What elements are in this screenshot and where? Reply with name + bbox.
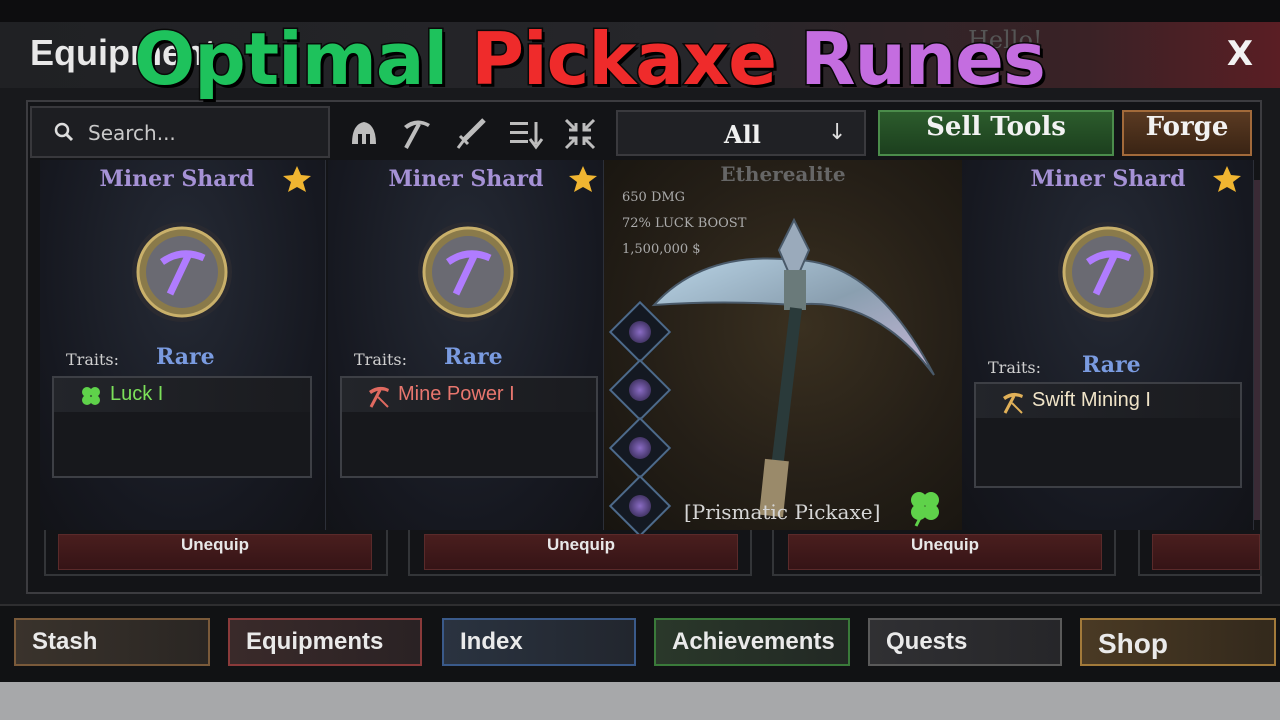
search-icon bbox=[54, 122, 74, 142]
forge-button[interactable]: Forge bbox=[1122, 110, 1252, 156]
trait-list: Swift Mining I bbox=[974, 382, 1242, 488]
item-rarity-name: Etherealite bbox=[720, 162, 846, 186]
star-icon[interactable] bbox=[1212, 164, 1242, 194]
card-name: Miner Shard bbox=[388, 166, 544, 192]
card-name: Miner Shard bbox=[1030, 166, 1186, 192]
overlay-word-1: Optimal bbox=[132, 16, 449, 103]
rune-icon bbox=[418, 222, 518, 322]
nav-label: Equipments bbox=[246, 628, 384, 655]
unequip-button-partial[interactable] bbox=[1152, 534, 1260, 570]
nav-equipments-button[interactable]: Equipments bbox=[228, 618, 422, 666]
dropdown-value: All bbox=[724, 120, 761, 149]
unequip-label: Unequip bbox=[547, 535, 615, 554]
pickaxe-illustration bbox=[651, 217, 935, 518]
trait-list: Luck I bbox=[52, 376, 312, 478]
rune-card[interactable]: Miner Shard Traits: Rare Mine Power I bbox=[328, 160, 604, 530]
traits-label: Traits: bbox=[988, 358, 1042, 377]
sell-tools-label: Sell Tools bbox=[926, 112, 1066, 142]
nav-shop-button[interactable]: Shop bbox=[1080, 618, 1276, 666]
unequip-button[interactable]: Unequip bbox=[58, 534, 372, 570]
overlay-title: Optimal Pickaxe Runes bbox=[132, 14, 1048, 104]
sell-tools-button[interactable]: Sell Tools bbox=[878, 110, 1114, 156]
rune-card[interactable]: Miner Shard Traits: Rare Luck I bbox=[40, 160, 326, 530]
trait-row: Luck I bbox=[54, 378, 310, 412]
rarity-label: Rare bbox=[444, 344, 503, 370]
rune-gem-icon bbox=[629, 379, 651, 401]
collapse-icon[interactable] bbox=[560, 114, 600, 154]
rune-icon bbox=[132, 222, 232, 322]
rune-gem-icon bbox=[629, 437, 651, 459]
star-icon[interactable] bbox=[282, 164, 312, 194]
nav-label: Achievements bbox=[672, 628, 835, 655]
rune-icon bbox=[1058, 222, 1158, 322]
category-dropdown[interactable]: All ↓ bbox=[616, 110, 866, 156]
sort-icon[interactable] bbox=[506, 114, 546, 154]
unequip-label: Unequip bbox=[911, 535, 979, 554]
nav-quests-button[interactable]: Quests bbox=[868, 618, 1062, 666]
traits-label: Traits: bbox=[354, 350, 408, 369]
sword-icon[interactable] bbox=[452, 114, 492, 154]
nav-label: Quests bbox=[886, 628, 968, 655]
trait-row: Mine Power I bbox=[342, 378, 596, 412]
rune-gem-icon bbox=[629, 495, 651, 517]
unequip-label: Unequip bbox=[181, 535, 249, 554]
nav-label: Shop bbox=[1098, 628, 1168, 659]
scroll-edge bbox=[1254, 180, 1260, 520]
overlay-word-2: Pickaxe bbox=[470, 16, 779, 103]
nav-label: Stash bbox=[32, 628, 98, 655]
star-icon[interactable] bbox=[568, 164, 598, 194]
unequip-button[interactable]: Unequip bbox=[424, 534, 738, 570]
nav-index-button[interactable]: Index bbox=[442, 618, 636, 666]
forge-label: Forge bbox=[1145, 112, 1229, 142]
helmet-icon[interactable] bbox=[344, 114, 384, 154]
unequip-button[interactable]: Unequip bbox=[788, 534, 1102, 570]
card-name: Miner Shard bbox=[99, 166, 255, 192]
nav-label: Index bbox=[460, 628, 523, 655]
pickaxe-icon[interactable] bbox=[398, 114, 438, 154]
page-background bbox=[0, 682, 1280, 720]
pickaxe-icon bbox=[369, 386, 389, 408]
traits-label: Traits: bbox=[66, 350, 120, 369]
close-button[interactable]: X bbox=[1222, 34, 1258, 74]
rarity-label: Rare bbox=[1082, 352, 1141, 378]
trait-row: Swift Mining I bbox=[976, 384, 1240, 418]
trait-list: Mine Power I bbox=[340, 376, 598, 478]
arrow-down-icon: ↓ bbox=[828, 120, 847, 145]
nav-stash-button[interactable]: Stash bbox=[14, 618, 210, 666]
selected-item-panel: Etherealite 650 DMG 72% LUCK BOOST 1,500… bbox=[604, 160, 962, 538]
trait-name: Luck I bbox=[110, 383, 164, 405]
search-placeholder: Search... bbox=[88, 121, 176, 145]
pickaxe-icon bbox=[1003, 392, 1023, 414]
search-input[interactable]: Search... bbox=[30, 106, 330, 158]
clover-icon bbox=[911, 492, 939, 527]
overlay-word-3: Runes bbox=[799, 16, 1048, 103]
rune-gem-icon bbox=[629, 321, 651, 343]
rune-card[interactable]: Miner Shard Traits: Rare Swift Mining I bbox=[962, 160, 1254, 530]
clover-icon bbox=[82, 387, 100, 405]
item-name: [Prismatic Pickaxe] bbox=[684, 500, 881, 524]
trait-name: Swift Mining I bbox=[1032, 389, 1151, 411]
rarity-label: Rare bbox=[156, 344, 215, 370]
trait-name: Mine Power I bbox=[398, 383, 515, 405]
nav-achievements-button[interactable]: Achievements bbox=[654, 618, 850, 666]
